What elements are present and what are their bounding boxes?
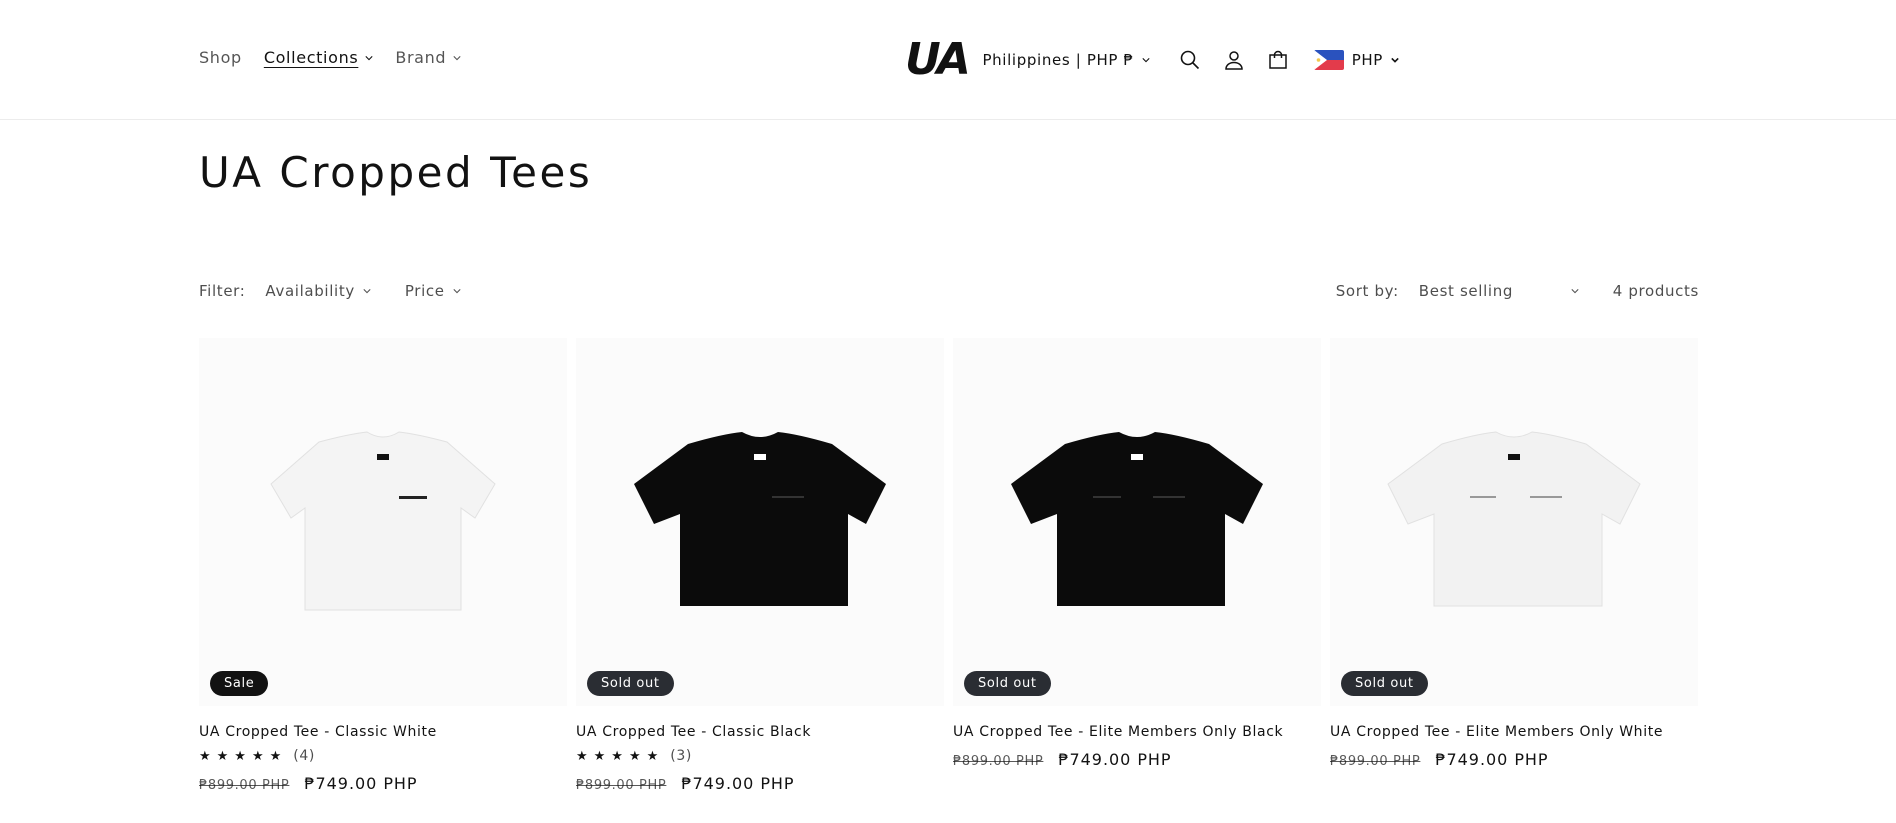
search-icon: [1180, 50, 1199, 70]
filter-bar: Filter: Availability Price: [199, 282, 495, 300]
sort-label: Sort by:: [1335, 282, 1399, 300]
filter-availability[interactable]: Availability: [265, 282, 371, 300]
country-selector-label: Philippines | PHP ₱: [982, 51, 1134, 69]
t-shirt-image: [270, 431, 496, 611]
product-title[interactable]: UA Cropped Tee - Classic Black: [576, 724, 944, 740]
sale-price: ₱749.00 PHP: [681, 774, 795, 793]
product-card[interactable]: Sold out UA Cropped Tee - Classic Black …: [576, 338, 944, 793]
sold-out-badge: Sold out: [964, 671, 1051, 696]
compare-price: ₱899.00 PHP: [576, 778, 667, 793]
filter-availability-label: Availability: [265, 282, 355, 300]
product-rating: ★★★★★ (3): [576, 748, 944, 764]
currency-selector[interactable]: PHP: [1313, 50, 1399, 70]
product-image[interactable]: Sale: [199, 338, 567, 706]
nav-shop-label: Shop: [199, 48, 242, 67]
compare-price: ₱899.00 PHP: [953, 754, 1044, 769]
product-title[interactable]: UA Cropped Tee - Elite Members Only Blac…: [953, 724, 1321, 740]
product-rating: ★★★★★ (4): [199, 748, 567, 764]
cart-icon: [1268, 50, 1287, 69]
product-grid: Sale UA Cropped Tee - Classic White ★★★★…: [199, 338, 1698, 793]
product-title[interactable]: UA Cropped Tee - Classic White: [199, 724, 567, 740]
nav-collections-label: Collections: [263, 48, 359, 67]
product-price: ₱899.00 PHP ₱749.00 PHP: [953, 750, 1321, 769]
product-card[interactable]: Sale UA Cropped Tee - Classic White ★★★★…: [199, 338, 567, 793]
sort-select[interactable]: Best selling: [1419, 282, 1579, 300]
sale-price: ₱749.00 PHP: [304, 774, 418, 793]
product-card[interactable]: Sold out UA Cropped Tee - Elite Members …: [953, 338, 1321, 793]
product-card[interactable]: Sold out UA Cropped Tee - Elite Members …: [1330, 338, 1698, 793]
country-selector[interactable]: Philippines | PHP ₱: [982, 51, 1150, 69]
product-price: ₱899.00 PHP ₱749.00 PHP: [576, 774, 944, 793]
star-rating-icon: ★★★★★: [576, 748, 665, 764]
product-price: ₱899.00 PHP ₱749.00 PHP: [199, 774, 567, 793]
nav-brand[interactable]: Brand: [395, 48, 461, 67]
site-header: Shop Collections Brand UA Philippines | …: [0, 0, 1896, 120]
header-actions: Philippines | PHP ₱ PHP: [982, 44, 1399, 76]
chevron-down-icon: [365, 55, 373, 60]
sort-bar: Sort by: Best selling 4 products: [1336, 282, 1699, 300]
review-count: (4): [293, 748, 316, 764]
compare-price: ₱899.00 PHP: [199, 778, 290, 793]
sale-price: ₱749.00 PHP: [1435, 750, 1549, 769]
sold-out-badge: Sold out: [1341, 671, 1428, 696]
search-button[interactable]: [1168, 44, 1212, 76]
sale-badge: Sale: [210, 671, 269, 696]
nav-collections[interactable]: Collections: [264, 48, 374, 67]
sort-value: Best selling: [1418, 282, 1514, 300]
main-nav: Shop Collections Brand: [199, 48, 461, 67]
logo-text: UA: [905, 36, 969, 80]
nav-brand-label: Brand: [395, 48, 447, 67]
compare-price: ₱899.00 PHP: [1330, 754, 1421, 769]
chevron-down-icon: [1571, 289, 1579, 294]
philippines-flag-icon: [1313, 50, 1344, 70]
product-image[interactable]: Sold out: [576, 338, 944, 706]
chevron-down-icon: [1142, 58, 1150, 63]
product-price: ₱899.00 PHP ₱749.00 PHP: [1330, 750, 1698, 769]
chevron-down-icon: [363, 289, 371, 294]
review-count: (3): [670, 748, 693, 764]
star-rating-icon: ★★★★★: [199, 748, 288, 764]
product-count: 4 products: [1612, 282, 1699, 300]
t-shirt-image: [1387, 431, 1641, 607]
product-image[interactable]: Sold out: [1330, 338, 1698, 706]
chevron-down-icon: [453, 289, 461, 294]
account-icon: [1224, 51, 1243, 70]
product-image[interactable]: Sold out: [953, 338, 1321, 706]
filter-price[interactable]: Price: [405, 282, 461, 300]
filter-price-label: Price: [404, 282, 445, 300]
currency-label: PHP: [1351, 51, 1383, 69]
product-title[interactable]: UA Cropped Tee - Elite Members Only Whit…: [1330, 724, 1698, 740]
nav-shop[interactable]: Shop: [199, 48, 242, 67]
t-shirt-image: [634, 432, 886, 606]
filter-label: Filter:: [199, 282, 246, 300]
sale-price: ₱749.00 PHP: [1058, 750, 1172, 769]
account-button[interactable]: [1212, 44, 1256, 76]
page-title: UA Cropped Tees: [199, 148, 593, 197]
t-shirt-image: [1011, 432, 1263, 606]
chevron-down-icon: [1391, 57, 1399, 63]
chevron-down-icon: [453, 55, 461, 60]
sold-out-badge: Sold out: [587, 671, 674, 696]
cart-button[interactable]: [1256, 44, 1300, 76]
